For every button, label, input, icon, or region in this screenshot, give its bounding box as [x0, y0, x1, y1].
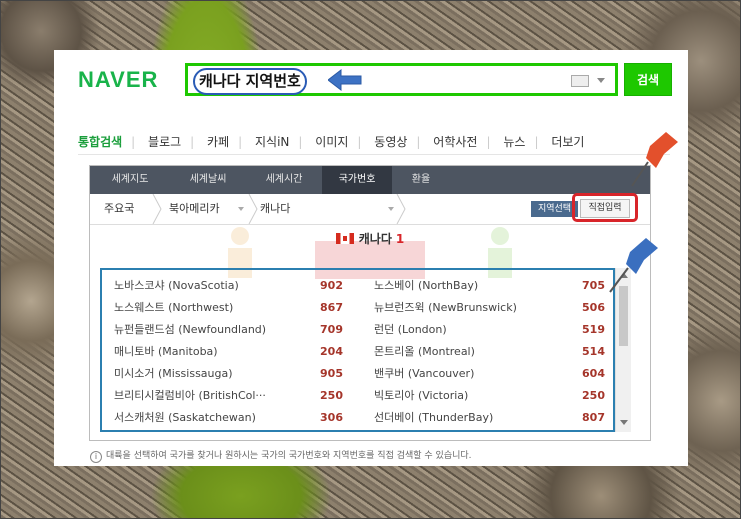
nav-item-news[interactable]: 뉴스: [503, 135, 525, 149]
red-pushpin-icon: [631, 132, 678, 187]
region-name[interactable]: 밴쿠버 (Vancouver): [374, 363, 474, 385]
help-note: i 대륙을 선택하여 국가를 찾거나 원하시는 국가의 국가번호와 지역번호를 직…: [90, 448, 472, 463]
chevron-right-icon: [152, 194, 162, 224]
nav-separator: |: [416, 135, 421, 149]
tab-exchange-rate[interactable]: 환율: [392, 166, 450, 194]
naver-logo[interactable]: NAVER: [78, 67, 158, 93]
nav-separator: |: [534, 135, 539, 149]
region-name[interactable]: 빅토리아 (Victoria): [374, 385, 468, 407]
nav-item-cafe[interactable]: 카페: [207, 135, 229, 149]
region-select-button[interactable]: 지역선택: [531, 201, 578, 217]
region-code: 506: [582, 301, 605, 314]
canada-flag-icon: [335, 233, 354, 244]
region-name[interactable]: 뉴펀들랜드섬 (Newfoundland): [114, 319, 266, 341]
blue-pushpin-icon: [609, 238, 658, 293]
tab-world-map[interactable]: 세계지도: [90, 166, 170, 194]
tab-world-time[interactable]: 세계시간: [246, 166, 322, 194]
region-name[interactable]: 서스캐처원 (Saskatchewan): [114, 407, 256, 429]
region-name[interactable]: 노바스코샤 (NovaScotia): [114, 275, 239, 297]
breadcrumb: 주요국 북아메리카 캐나다 지역선택 직접입력: [90, 193, 650, 225]
region-code: 250: [320, 389, 343, 402]
nav-separator: |: [357, 135, 362, 149]
keyboard-icon[interactable]: [571, 75, 589, 87]
search-nav: 통합검색 | 블로그 | 카페 | 지식iN | 이미지 | 동영상 | 어학사전 | 뉴스 |…: [78, 133, 593, 150]
highlight-box: [572, 193, 638, 222]
chevron-right-icon: [248, 194, 258, 224]
chevron-down-icon[interactable]: [597, 78, 605, 83]
nav-separator: |: [486, 135, 491, 149]
region-name[interactable]: 매니토바 (Manitoba): [114, 341, 218, 363]
chevron-down-icon[interactable]: [388, 207, 394, 211]
region-name[interactable]: 몬트리올 (Montreal): [374, 341, 475, 363]
nav-item-kin[interactable]: 지식iN: [255, 135, 289, 149]
region-code: 902: [320, 279, 343, 292]
region-code: 807: [582, 411, 605, 424]
breadcrumb-major-countries[interactable]: 주요국: [104, 194, 134, 224]
region-name[interactable]: 미시소거 (Mississauga): [114, 363, 233, 385]
help-note-text: 대륙을 선택하여 국가를 찾거나 원하시는 국가의 국가번호와 지역번호를 직접…: [106, 451, 472, 461]
widget-tabs: 세계지도 세계날씨 세계시간 국가번호 환율: [90, 166, 650, 194]
pointer-arrow-icon: [328, 69, 362, 91]
country-name: 캐나다: [358, 232, 392, 246]
region-code: 514: [582, 345, 605, 358]
search-input[interactable]: 캐나다 지역번호: [193, 68, 307, 95]
scroll-down-icon[interactable]: [620, 420, 628, 425]
search-box[interactable]: 캐나다 지역번호: [185, 63, 618, 96]
breadcrumb-canada[interactable]: 캐나다: [260, 194, 290, 224]
region-code-list: 노바스코샤 (NovaScotia) 902 노스베이 (NorthBay) 7…: [100, 268, 615, 432]
country-code-widget: 세계지도 세계날씨 세계시간 국가번호 환율 주요국 북아메리카 캐나다 지역선…: [89, 165, 651, 441]
country-code: 1: [395, 232, 405, 246]
nav-divider: [78, 154, 670, 155]
region-code: 604: [582, 367, 605, 380]
tab-world-weather[interactable]: 세계날씨: [170, 166, 246, 194]
nav-item-dictionary[interactable]: 어학사전: [433, 135, 477, 149]
nav-separator: |: [238, 135, 243, 149]
breadcrumb-north-america[interactable]: 북아메리카: [169, 194, 220, 224]
region-code: 519: [582, 323, 605, 336]
nav-item-more[interactable]: 더보기: [551, 135, 584, 149]
chevron-down-icon[interactable]: [238, 207, 244, 211]
region-name[interactable]: 선더베이 (ThunderBay): [374, 407, 493, 429]
nav-separator: |: [190, 135, 195, 149]
nav-item-image[interactable]: 이미지: [315, 135, 348, 149]
region-code: 250: [582, 389, 605, 402]
region-name[interactable]: 노스웨스트 (Northwest): [114, 297, 233, 319]
nav-item-blog[interactable]: 블로그: [148, 135, 181, 149]
region-code: 867: [320, 301, 343, 314]
nav-item-integrated[interactable]: 통합검색: [78, 135, 122, 149]
region-code: 204: [320, 345, 343, 358]
region-name[interactable]: 브리티시컬럼비아 (BritishCol···: [114, 385, 266, 407]
region-code: 905: [320, 367, 343, 380]
region-code: 705: [582, 279, 605, 292]
region-code: 306: [320, 411, 343, 424]
region-name[interactable]: 노스베이 (NorthBay): [374, 275, 478, 297]
chevron-right-icon: [396, 194, 406, 224]
region-name[interactable]: 런던 (London): [374, 319, 447, 341]
info-icon: i: [90, 451, 102, 463]
nav-separator: |: [131, 135, 136, 149]
search-card: NAVER 캐나다 지역번호 검색 통합검색 | 블로그 | 카페 | 지식iN | 이…: [54, 50, 688, 466]
tab-country-code[interactable]: 국가번호: [322, 166, 392, 194]
country-title: 캐나다 1: [90, 230, 650, 247]
search-button[interactable]: 검색: [624, 63, 672, 96]
region-code: 709: [320, 323, 343, 336]
region-name[interactable]: 뉴브런즈윅 (NewBrunswick): [374, 297, 517, 319]
nav-separator: |: [298, 135, 303, 149]
nav-item-video[interactable]: 동영상: [374, 135, 407, 149]
